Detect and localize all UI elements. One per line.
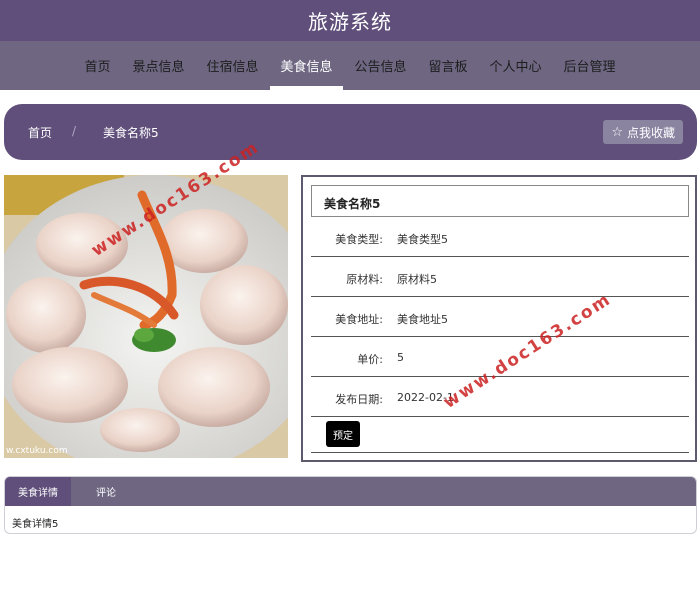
main-nav: 首页 景点信息 住宿信息 美食信息 公告信息 留言板 个人中心 后台管理 bbox=[0, 41, 700, 90]
nav-item-admin[interactable]: 后台管理 bbox=[554, 41, 626, 90]
favorite-button[interactable]: ☆ 点我收藏 bbox=[603, 120, 683, 144]
field-label: 单价: bbox=[357, 353, 383, 366]
nav-label: 公告信息 bbox=[354, 60, 407, 75]
favorite-label: 点我收藏 bbox=[626, 125, 675, 140]
nav-item-food[interactable]: 美食信息 bbox=[270, 41, 343, 90]
detail-tabs: 美食详情 评论 美食详情5 bbox=[4, 476, 697, 534]
nav-item-personal-center[interactable]: 个人中心 bbox=[480, 41, 552, 90]
breadcrumb-home-link[interactable]: 首页 bbox=[28, 124, 52, 141]
site-header: 旅游系统 bbox=[0, 0, 700, 41]
detail-row-ingredients: 原材料: 原材料5 bbox=[311, 257, 689, 297]
tab-content-text: 美食详情5 bbox=[12, 519, 59, 530]
breadcrumb: 首页 / 美食名称5 ☆ 点我收藏 bbox=[4, 104, 697, 160]
tabs-header: 美食详情 评论 bbox=[5, 477, 696, 506]
field-value: 美食地址5 bbox=[397, 313, 448, 326]
detail-row-type: 美食类型: 美食类型5 bbox=[311, 217, 689, 257]
nav-item-home[interactable]: 首页 bbox=[74, 41, 120, 90]
field-value: 美食类型5 bbox=[397, 233, 448, 246]
detail-row-address: 美食地址: 美食地址5 bbox=[311, 297, 689, 337]
nav-label: 美食信息 bbox=[280, 60, 333, 75]
site-title: 旅游系统 bbox=[308, 10, 392, 34]
nav-label: 住宿信息 bbox=[206, 60, 259, 75]
breadcrumb-separator: / bbox=[72, 124, 77, 138]
divider bbox=[311, 452, 689, 453]
field-label: 发布日期: bbox=[335, 393, 383, 406]
star-outline-icon: ☆ bbox=[611, 124, 623, 140]
field-label: 美食地址: bbox=[335, 313, 383, 326]
food-title: 美食名称5 bbox=[311, 185, 689, 217]
field-value: 5 bbox=[397, 351, 404, 364]
nav-item-announcements[interactable]: 公告信息 bbox=[345, 41, 417, 90]
breadcrumb-current: 美食名称5 bbox=[103, 126, 159, 140]
nav-label: 个人中心 bbox=[489, 60, 542, 75]
field-label: 原材料: bbox=[346, 273, 383, 286]
tab-food-detail[interactable]: 美食详情 bbox=[5, 477, 71, 506]
nav-item-attractions[interactable]: 景点信息 bbox=[122, 41, 194, 90]
nav-label: 景点信息 bbox=[132, 60, 185, 75]
nav-item-message-board[interactable]: 留言板 bbox=[419, 41, 478, 90]
nav-label: 留言板 bbox=[428, 60, 468, 75]
nav-label: 首页 bbox=[84, 60, 111, 75]
field-value: 原材料5 bbox=[397, 273, 437, 286]
book-button[interactable]: 预定 bbox=[326, 421, 360, 447]
tab-comments[interactable]: 评论 bbox=[71, 477, 141, 506]
nav-label: 后台管理 bbox=[563, 60, 616, 75]
field-label: 美食类型: bbox=[335, 233, 383, 246]
food-detail-panel: 美食名称5 美食类型: 美食类型5 原材料: 原材料5 美食地址: 美食地址5 … bbox=[301, 175, 697, 462]
image-watermark: w.cxtuku.com bbox=[6, 446, 68, 456]
detail-row-publish-date: 发布日期: 2022-02-1 bbox=[311, 377, 689, 417]
nav-item-lodging[interactable]: 住宿信息 bbox=[196, 41, 268, 90]
